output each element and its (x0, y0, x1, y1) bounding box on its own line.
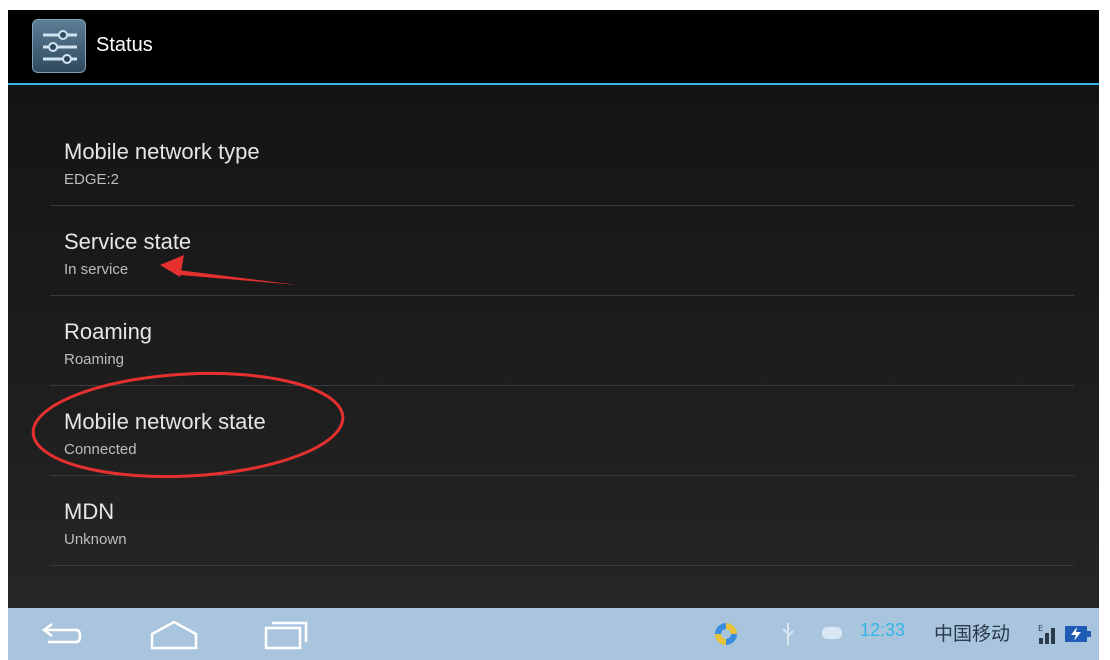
home-icon[interactable] (148, 618, 200, 655)
list-item-mobile-network-state[interactable]: Mobile network state Connected (50, 385, 1074, 476)
list-item-service-state[interactable]: Service state In service (50, 205, 1074, 296)
back-icon[interactable] (38, 620, 82, 653)
item-title: Roaming (64, 319, 153, 344)
clock: 12:33 (860, 620, 906, 640)
item-value: EDGE:2 (64, 171, 120, 188)
item-value: Roaming (64, 351, 125, 368)
sync-icon[interactable] (712, 620, 740, 653)
settings-sliders-icon[interactable] (32, 19, 86, 73)
list-item-mobile-network-type[interactable]: Mobile network type EDGE:2 (50, 115, 1074, 206)
item-title: MDN (64, 499, 115, 524)
status-list: Mobile network type EDGE:2 Service state… (8, 85, 1099, 608)
item-title: Mobile network state (64, 409, 266, 434)
item-value: In service (64, 261, 129, 278)
svg-text:E: E (1038, 624, 1043, 633)
screen: Status Mobile network type EDGE:2 Servic… (8, 10, 1099, 660)
battery-charging-icon[interactable] (1064, 624, 1092, 649)
system-bar: 12:33 中国移动 E (8, 608, 1099, 660)
page-title: Status (96, 34, 153, 56)
list-item-roaming[interactable]: Roaming Roaming (50, 295, 1074, 386)
notification-icon[interactable] (820, 624, 844, 647)
item-title: Service state (64, 229, 192, 254)
item-title: Mobile network type (64, 139, 260, 164)
action-bar: Status (8, 10, 1099, 85)
item-value: Unknown (64, 531, 127, 548)
signal-icon[interactable]: E (1036, 622, 1060, 651)
recent-apps-icon[interactable] (262, 618, 312, 655)
carrier-label: 中国移动 (934, 623, 1011, 645)
item-value: Connected (64, 441, 137, 458)
list-item-mdn[interactable]: MDN Unknown (50, 475, 1074, 566)
usb-icon[interactable] (780, 621, 796, 652)
